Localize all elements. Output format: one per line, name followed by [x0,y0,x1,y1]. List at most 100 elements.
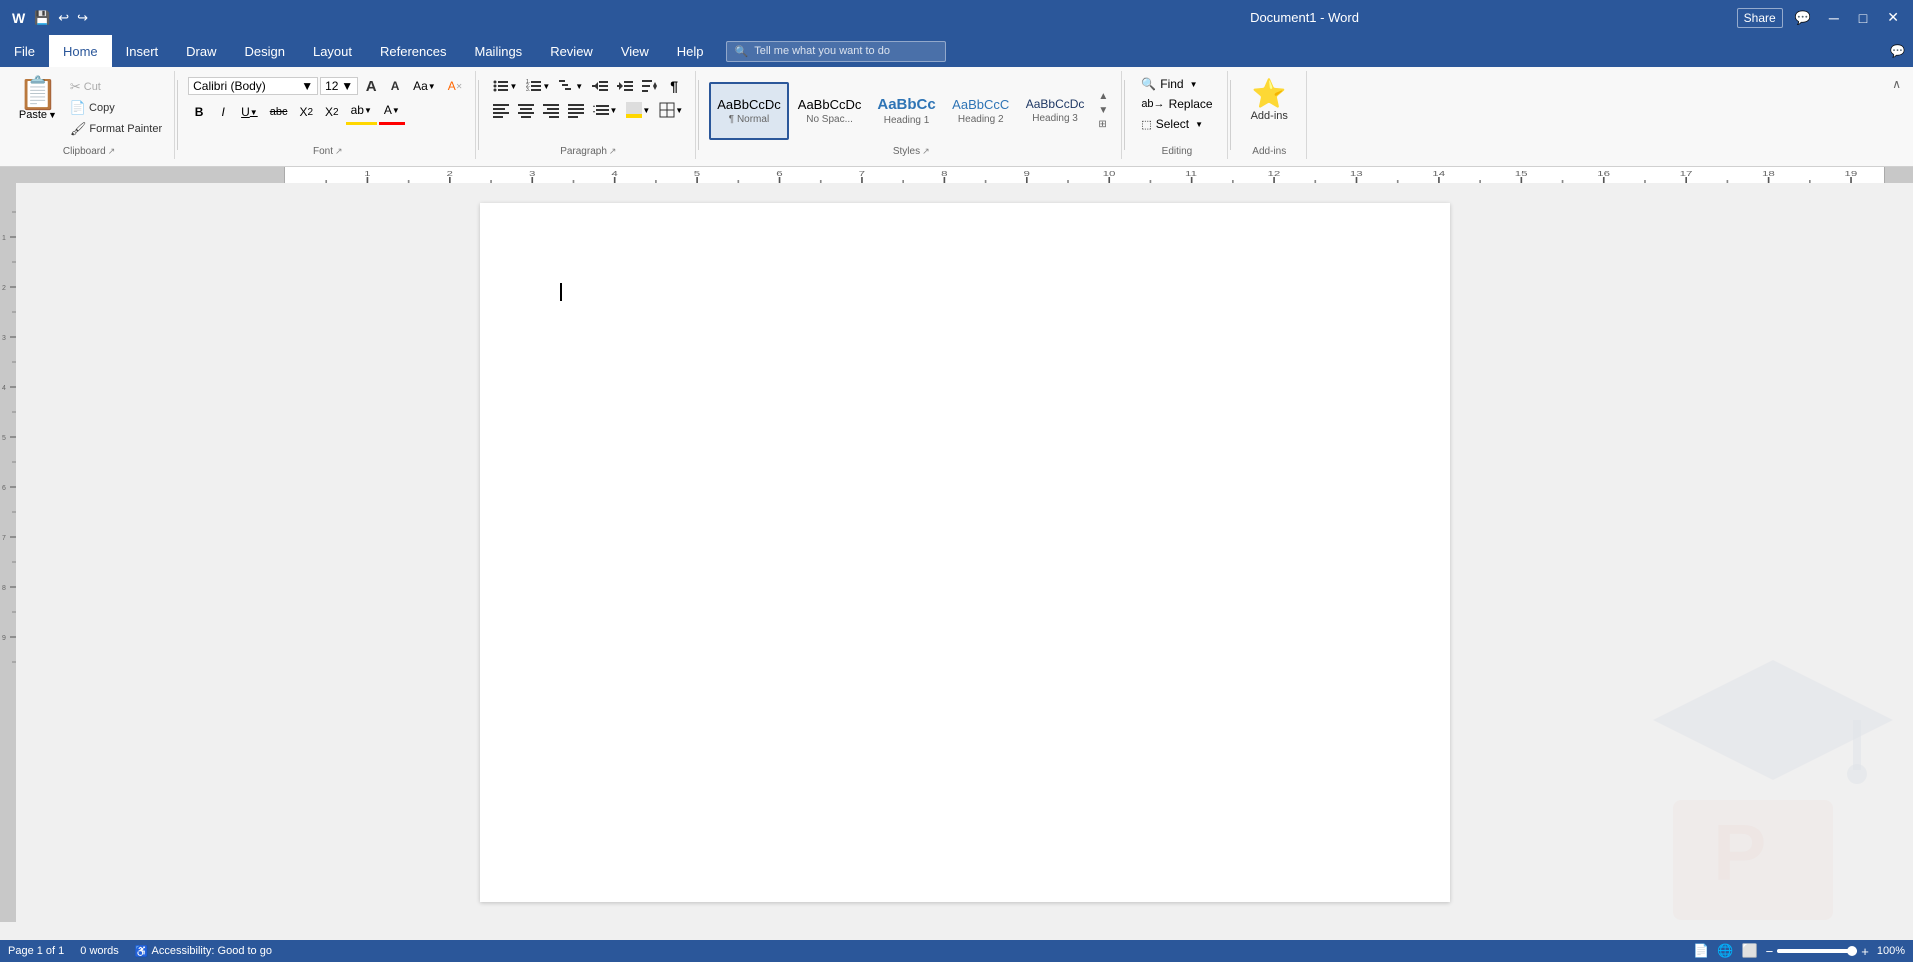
horizontal-ruler: ruler ticks drawn in SVG 1 2 3 4 5 6 7 8 [0,167,1913,183]
decrease-indent-button[interactable] [588,75,612,97]
view-focus-button[interactable]: ⬜ [1741,943,1757,959]
zoom-in-button[interactable]: + [1861,944,1869,959]
borders-button[interactable]: ▼ [655,99,687,121]
format-painter-button[interactable]: 🖌 Format Painter [66,119,166,139]
font-color-button[interactable]: A ▼ [379,99,405,121]
font-size-selector[interactable]: 12 ▼ [320,77,358,95]
menu-layout[interactable]: Layout [299,35,366,67]
quick-access-undo[interactable]: ↩ [56,8,71,28]
clear-formatting-button[interactable]: A ✕ [443,75,468,97]
menu-design[interactable]: Design [231,35,299,67]
font-expand-icon[interactable]: ↗ [335,146,343,157]
document-area[interactable] [16,183,1913,922]
find-dropdown-icon[interactable]: ▼ [1190,80,1198,89]
zoom-percentage[interactable]: 100% [1877,945,1905,957]
font-case-button[interactable]: Aa ▼ [408,75,441,97]
replace-label: Replace [1169,97,1213,111]
show-marks-button[interactable]: ¶ [663,75,685,97]
menu-file[interactable]: File [0,35,49,67]
styles-expand-icon[interactable]: ↗ [922,146,930,157]
menu-references[interactable]: References [366,35,460,67]
styles-scroll-down[interactable]: ▼ [1095,104,1111,117]
subscript-button[interactable]: X2 [294,101,318,123]
underline-button[interactable]: U ▼ [236,101,263,123]
sort-button[interactable] [638,75,662,97]
copy-button[interactable]: 📄 Copy [66,98,166,118]
multilevel-dropdown-icon[interactable]: ▼ [575,82,583,91]
styles-scroll-buttons: ▲ ▼ ⊞ [1093,88,1113,133]
style-heading2[interactable]: AaBbCcC Heading 2 [945,82,1017,140]
minimize-button[interactable]: ─ [1823,8,1845,28]
comments-button[interactable]: 💬 [1791,8,1815,28]
zoom-slider[interactable] [1777,949,1857,953]
align-center-button[interactable] [514,99,538,121]
menu-help[interactable]: Help [663,35,718,67]
document-page[interactable] [480,203,1450,902]
paste-icon: 📋 [18,77,58,109]
menu-home[interactable]: Home [49,35,112,67]
view-print-layout-button[interactable]: 📄 [1693,943,1709,959]
paste-button[interactable]: 📋 Paste ▼ [12,75,64,123]
style-h3-label: Heading 3 [1032,113,1078,124]
shading-dropdown-icon[interactable]: ▼ [642,106,650,115]
bullet-dropdown-icon[interactable]: ▼ [509,82,517,91]
style-heading1[interactable]: AaBbCc Heading 1 [870,82,942,140]
zoom-slider-thumb [1847,946,1857,956]
bold-button[interactable]: B [188,101,210,123]
menu-review[interactable]: Review [536,35,607,67]
zoom-out-button[interactable]: − [1766,944,1774,959]
cut-button[interactable]: ✂ Cut [66,77,166,97]
multilevel-list-button[interactable]: ▼ [555,75,587,97]
view-web-layout-button[interactable]: 🌐 [1717,943,1733,959]
style-heading3[interactable]: AaBbCcDc Heading 3 [1019,82,1092,140]
font-shrink-button[interactable]: A [384,75,406,97]
paragraph-expand-icon[interactable]: ↗ [609,146,617,157]
italic-button[interactable]: I [212,101,234,123]
shading-button[interactable]: ▼ [622,99,654,121]
superscript-button[interactable]: X2 [320,101,344,123]
style-normal[interactable]: AaBbCcDc ¶ Normal [709,82,789,140]
maximize-button[interactable]: □ [1853,8,1873,28]
clipboard-sub-buttons: ✂ Cut 📄 Copy 🖌 Format Painter [66,75,166,139]
align-right-button[interactable] [539,99,563,121]
page-info: Page 1 of 1 [8,945,64,957]
style-no-spacing[interactable]: AaBbCcDc No Spac... [791,82,869,140]
menu-view[interactable]: View [607,35,663,67]
close-button[interactable]: ✕ [1881,7,1905,28]
bullet-list-button[interactable]: ▼ [489,75,521,97]
styles-scroll-up[interactable]: ▲ [1095,90,1111,103]
clipboard-expand-icon[interactable]: ↗ [108,146,116,157]
line-spacing-button[interactable]: ▼ [589,99,621,121]
select-button[interactable]: ⬚ Select ▼ [1135,115,1209,133]
font-name-selector[interactable]: Calibri (Body) ▼ [188,77,318,95]
text-highlight-button[interactable]: ab ▼ [346,99,377,121]
increase-indent-button[interactable] [613,75,637,97]
strikethrough-button[interactable]: abc [265,101,293,123]
chat-icon[interactable]: 💬 [1890,44,1905,58]
ruler-active[interactable]: ruler ticks drawn in SVG 1 2 3 4 5 6 7 8 [285,167,1885,183]
replace-button[interactable]: ab→ Replace [1135,95,1218,113]
numbered-list-button[interactable]: 1.2.3. ▼ [522,75,554,97]
accessibility-status[interactable]: ♿ Accessibility: Good to go [135,945,272,958]
menu-draw[interactable]: Draw [172,35,230,67]
quick-access-save[interactable]: 💾 [32,8,52,28]
addins-button[interactable]: ⭐ Add-ins [1245,75,1294,124]
align-left-button[interactable] [489,99,513,121]
menu-insert[interactable]: Insert [112,35,173,67]
styles-more[interactable]: ⊞ [1095,118,1111,131]
menu-mailings[interactable]: Mailings [461,35,537,67]
number-dropdown-icon[interactable]: ▼ [542,82,550,91]
line-spacing-dropdown-icon[interactable]: ▼ [609,106,617,115]
quick-access-redo[interactable]: ↪ [75,8,90,28]
search-box[interactable]: 🔍 Tell me what you want to do [726,41,946,62]
svg-text:2: 2 [2,285,6,292]
svg-text:4: 4 [2,385,6,392]
select-dropdown-icon[interactable]: ▼ [1195,120,1203,129]
borders-dropdown-icon[interactable]: ▼ [675,106,683,115]
share-button[interactable]: Share [1737,8,1783,28]
paste-dropdown-icon[interactable]: ▼ [48,110,57,120]
find-button[interactable]: 🔍 Find ▼ [1135,75,1203,93]
collapse-ribbon-button[interactable]: ∧ [1888,75,1905,93]
justify-button[interactable] [564,99,588,121]
font-grow-button[interactable]: A [360,75,382,97]
